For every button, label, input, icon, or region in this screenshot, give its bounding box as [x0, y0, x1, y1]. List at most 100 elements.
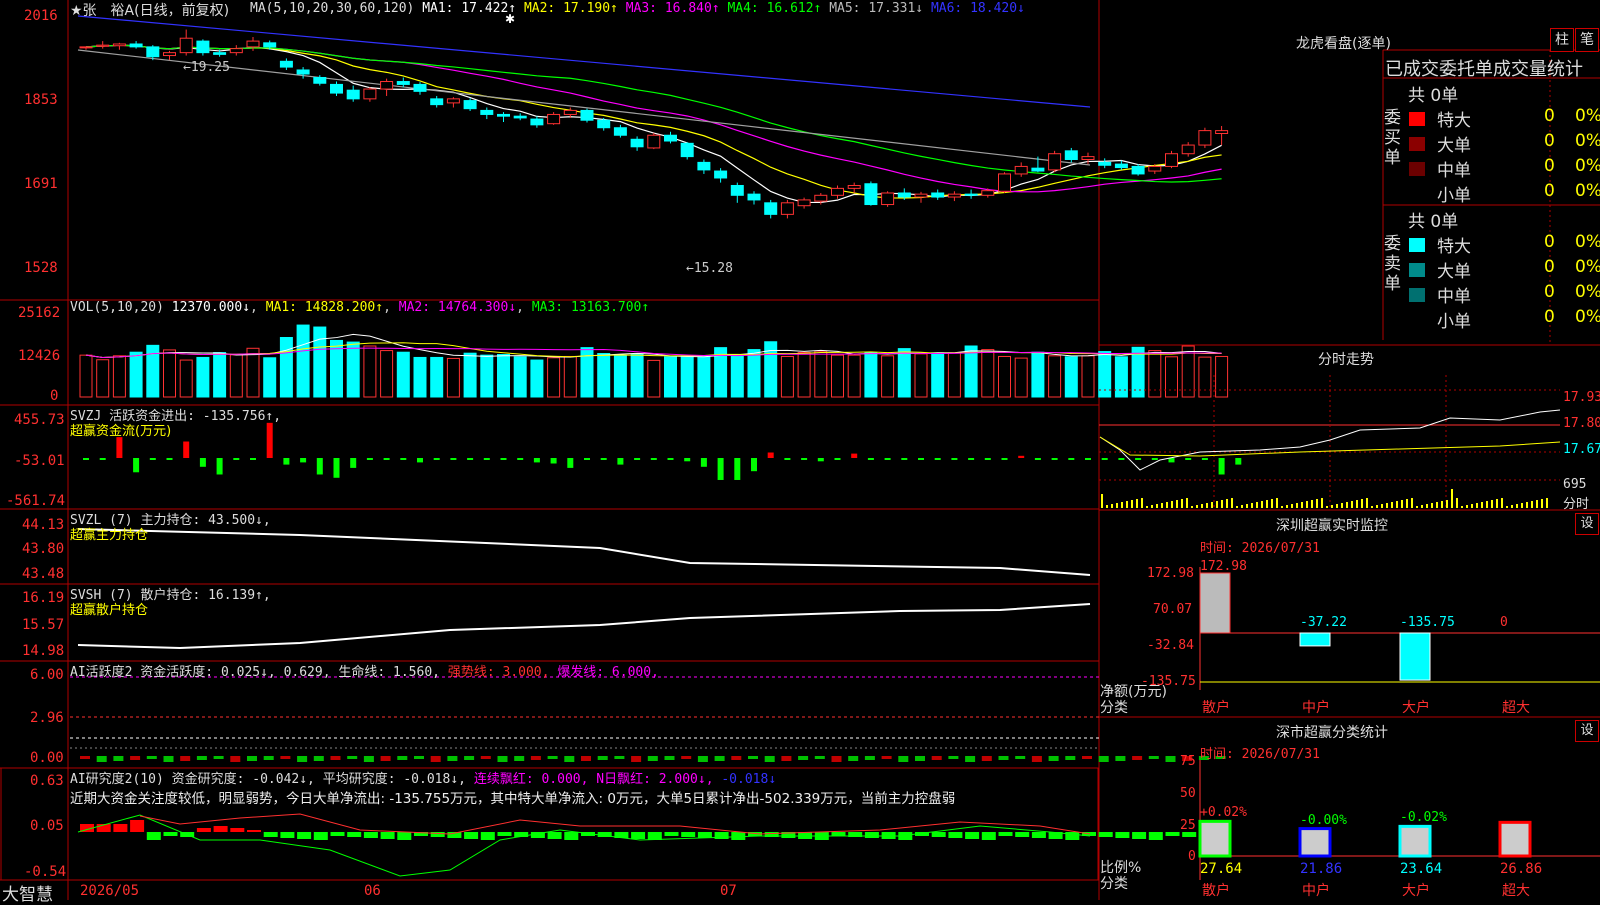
svzj-tick: -53.01 — [14, 453, 65, 469]
intraday-volume-bar — [1191, 506, 1193, 508]
activity-bar — [1098, 756, 1109, 762]
volume-bar — [664, 356, 677, 398]
monitor-tick: -32.84 — [1147, 638, 1194, 653]
intraday-volume-bar — [1531, 501, 1533, 508]
activity-bar — [464, 756, 475, 760]
activity-bar — [647, 756, 658, 761]
sell-row-name: 中单 — [1437, 287, 1471, 307]
fund-flow-bar — [684, 458, 691, 462]
activity-bar — [798, 756, 809, 760]
volume-bar — [897, 348, 911, 398]
activity-bar — [347, 756, 358, 759]
volume-bar — [96, 359, 110, 398]
sell-row-value: 0 — [1544, 257, 1555, 277]
fund-flow-bar — [183, 441, 190, 458]
research-bar — [1115, 832, 1130, 838]
candle-body — [380, 81, 394, 90]
candle-body — [597, 119, 611, 129]
bar-mode-button[interactable]: 柱 — [1550, 28, 1574, 52]
ai2-legend: AI活跃度2 资金活跃度: 0.025↓, 0.629, 生命线: 1.560,… — [70, 661, 659, 680]
monitor-value-label: -37.22 — [1300, 615, 1347, 630]
fund-flow-bar — [934, 458, 941, 460]
ma-legend: MA(5,10,20,30,60,120) MA1: 17.422↑ MA2: … — [250, 1, 1025, 16]
activity-bar — [998, 756, 1009, 760]
intraday-volume-bar — [1381, 504, 1383, 508]
intraday-volume-bar — [1441, 501, 1443, 508]
activity-bar — [948, 756, 959, 759]
fund-flow-bar — [133, 458, 140, 473]
ai2-strong-line: 强势线: 3.000, — [447, 665, 550, 680]
intraday-volume-bar — [1221, 500, 1223, 508]
volume-bar — [363, 345, 377, 398]
tick-mode-button[interactable]: 笔 — [1575, 28, 1599, 52]
fund-flow-bar — [283, 458, 290, 465]
intraday-volume-bar — [1501, 498, 1503, 508]
fund-flow-bar — [1218, 458, 1225, 475]
activity-bar — [614, 756, 625, 759]
fund-flow-bar — [734, 458, 741, 480]
fund-flow-bar — [517, 458, 524, 460]
intraday-volume-bar — [1461, 506, 1463, 508]
fund-flow-bar — [1085, 458, 1091, 460]
intraday-volume-bar — [1301, 502, 1303, 508]
sell-color-swatch — [1409, 313, 1425, 327]
sell-side-label: 委卖单 — [1384, 234, 1401, 294]
intraday-volume-bar — [1151, 505, 1153, 508]
intraday-tick: 17.93 — [1563, 390, 1600, 405]
intraday-volume-bar — [1546, 498, 1548, 508]
candle-body — [196, 40, 210, 54]
volume-bar — [847, 354, 861, 398]
fund-flow-bar — [667, 458, 674, 460]
activity-bar — [931, 756, 942, 760]
activity-bar — [480, 756, 491, 759]
intraday-volume-bar — [1526, 502, 1528, 508]
research-bar — [347, 832, 362, 837]
ai-research-tick: 0.05 — [30, 818, 64, 834]
volume-bar — [680, 355, 694, 398]
activity-bar — [280, 756, 291, 759]
candle-body — [1114, 163, 1128, 169]
intraday-volume-bar — [1186, 498, 1188, 508]
research-bar — [330, 832, 345, 836]
fund-flow-bar — [433, 458, 440, 460]
intraday-volume-bar — [1486, 501, 1488, 508]
fund-flow-bar — [968, 458, 975, 460]
intraday-volume-bar — [1211, 502, 1213, 508]
intraday-volume-bar — [1306, 501, 1308, 508]
research-bar — [280, 832, 295, 838]
activity-bar — [814, 756, 825, 759]
candle-body — [831, 187, 844, 196]
monitor-settings-button[interactable]: 设 — [1575, 513, 1599, 535]
volume-bar — [196, 356, 210, 398]
activity-bar — [1132, 756, 1143, 760]
intraday-volume-bar — [1511, 505, 1513, 508]
intraday-volume-bar — [1106, 505, 1108, 508]
activity-bar — [313, 756, 324, 761]
activity-bar — [1065, 756, 1076, 760]
activity-bar — [213, 756, 224, 759]
fund-flow-bar — [801, 458, 808, 460]
candle-body — [780, 202, 794, 215]
candle-body — [229, 48, 243, 54]
classify-settings-button[interactable]: 设 — [1575, 720, 1599, 742]
classify-bar — [1298, 827, 1332, 858]
fund-flow-bar — [1185, 458, 1192, 460]
main-chart-area[interactable]: ✱ — [0, 0, 1600, 900]
volume-bar — [129, 351, 143, 398]
intraday-volume-bar — [1101, 494, 1103, 508]
volume-bar — [563, 355, 577, 398]
ma1-line — [85, 44, 1222, 204]
classify-cat-label: 分类 — [1100, 876, 1128, 892]
fund-flow-bar — [1101, 458, 1108, 460]
fund-flow-bar — [901, 458, 908, 460]
fund-flow-bar — [316, 458, 323, 475]
intraday-volume-bar — [1356, 500, 1358, 508]
volume-bar — [1131, 346, 1145, 398]
classify-category-label: 中户 — [1302, 883, 1330, 899]
volume-bar — [446, 357, 460, 398]
candle-body — [947, 193, 961, 198]
fund-flow-bar — [83, 458, 89, 460]
research-bar — [681, 832, 696, 837]
fund-flow-bar — [584, 458, 590, 460]
classify-value-label: 26.86 — [1500, 861, 1543, 877]
